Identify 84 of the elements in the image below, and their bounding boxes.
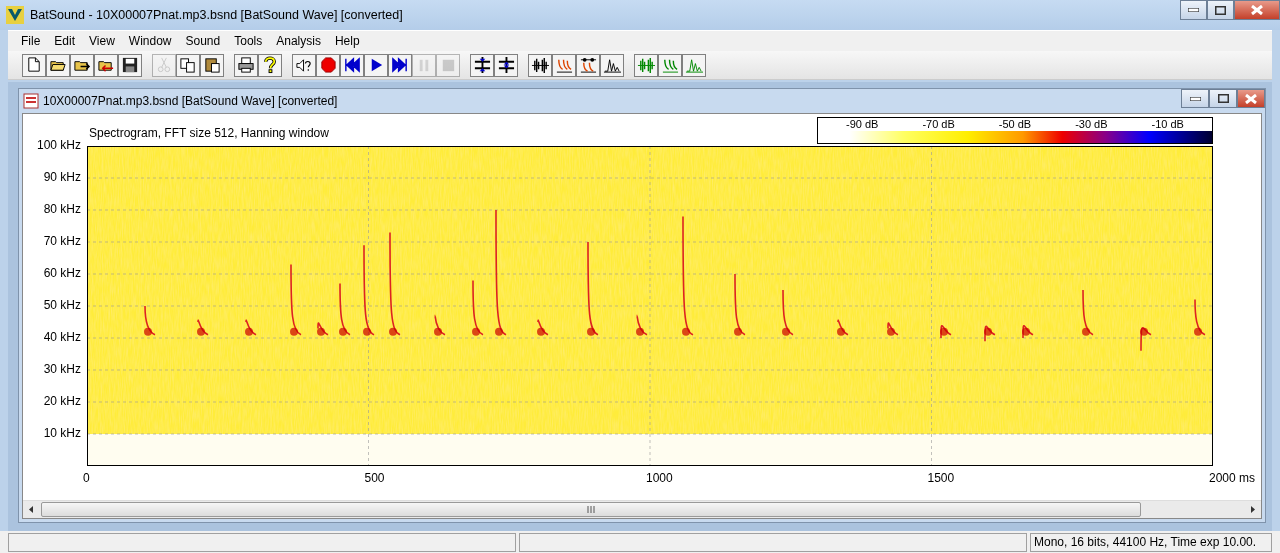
rewind-icon [343, 56, 361, 74]
toolbar-button[interactable] [292, 53, 316, 77]
y-axis-label: 30 kHz [42, 362, 81, 376]
record-icon [319, 56, 337, 74]
toolbar-button[interactable] [528, 53, 552, 77]
maximize-button[interactable] [1209, 89, 1237, 108]
horizontal-scrollbar[interactable] [23, 500, 1261, 518]
y-axis-label: 100 kHz [35, 138, 81, 152]
fast-forward-icon [391, 56, 409, 74]
toolbar-button[interactable] [340, 53, 364, 77]
waveform-icon [531, 56, 549, 74]
minimize-button[interactable] [1180, 0, 1207, 20]
toolbar-button[interactable] [364, 53, 388, 77]
y-axis-label: 10 kHz [42, 426, 81, 440]
close-button[interactable] [1234, 0, 1280, 20]
y-axis-label: 20 kHz [42, 394, 81, 408]
toolbar-button[interactable] [258, 53, 282, 77]
close-icon [1245, 93, 1257, 104]
help-icon [261, 56, 279, 74]
clipboard-icon [203, 56, 221, 74]
maximize-icon [1217, 94, 1229, 103]
toolbar-button[interactable] [494, 53, 518, 77]
minimize-icon [1188, 8, 1199, 12]
menu-item[interactable]: Analysis [269, 34, 328, 48]
menu-item[interactable]: Sound [178, 34, 228, 48]
grip-icon [587, 506, 595, 513]
toolbar-button[interactable] [22, 53, 46, 77]
x-axis-label: 1500 [927, 471, 955, 485]
toolbar-button[interactable] [388, 53, 412, 77]
scroll-left-icon[interactable] [29, 506, 33, 513]
status-text: Mono, 16 bits, 44100 Hz, Time exp 10.00. [1030, 533, 1272, 552]
scale-label: -50 dB [998, 118, 1032, 131]
close-button[interactable] [1237, 89, 1265, 108]
toolbar-button[interactable] [46, 53, 70, 77]
y-axis-label: 60 kHz [42, 266, 81, 280]
menu-item[interactable]: Edit [47, 34, 83, 48]
maximize-icon [1215, 5, 1226, 15]
maximize-button[interactable] [1207, 0, 1234, 20]
toolbar-button[interactable] [94, 53, 118, 77]
menu-item[interactable]: Window [121, 34, 179, 48]
menu-item[interactable]: File [14, 34, 48, 48]
document-icon [25, 56, 43, 74]
x-axis-label: 0 [83, 471, 90, 485]
toolbar-button[interactable] [234, 53, 258, 77]
child-window-title: 10X00007Pnat.mp3.bsnd [BatSound Wave] [converted] [43, 94, 339, 108]
document-icon [23, 93, 39, 109]
toolbar-button[interactable] [470, 53, 494, 77]
speaker-icon [295, 56, 313, 74]
scale-label: -90 dB [846, 118, 879, 131]
scale-label: -10 dB [1151, 118, 1184, 131]
scissors-icon [155, 56, 173, 74]
waveform-icon [637, 56, 655, 74]
window-title: BatSound - 10X00007Pnat.mp3.bsnd [BatSound Wave] [converted] [30, 8, 404, 22]
scale-label: -70 dB [922, 118, 955, 131]
menu-item[interactable]: Help [327, 34, 367, 48]
menu-item[interactable]: View [82, 34, 122, 48]
minimize-button[interactable] [1181, 89, 1209, 108]
toolbar-button[interactable] [576, 53, 600, 77]
slider-arrows-icon [497, 56, 515, 74]
x-axis-label: 500 [364, 471, 385, 485]
toolbar-button[interactable] [118, 53, 142, 77]
y-axis-label: 80 kHz [42, 202, 81, 216]
y-axis-label: 90 kHz [42, 170, 81, 184]
y-axis-label: 70 kHz [42, 234, 81, 248]
scroll-right-icon[interactable] [1251, 506, 1255, 513]
toolbar-button[interactable] [200, 53, 224, 77]
minimize-icon [1189, 96, 1201, 101]
plot-title: Spectrogram, FFT size 512, Hanning window [89, 126, 329, 140]
y-axis-label: 40 kHz [42, 330, 81, 344]
printer-icon [237, 56, 255, 74]
toolbar-button[interactable] [600, 53, 624, 77]
slider-arrows-icon [473, 56, 491, 74]
scrollbar-thumb[interactable] [41, 502, 1141, 517]
y-axis-label: 50 kHz [42, 298, 81, 312]
close-icon [1251, 5, 1263, 15]
spectrogram-cursor-icon [579, 56, 597, 74]
app-logo-icon [6, 6, 24, 24]
scale-label: -30 dB [1075, 118, 1108, 131]
x-axis-label: 1000 [646, 471, 673, 485]
x-axis-label: 2000 ms [1209, 471, 1256, 485]
toolbar-button[interactable] [176, 53, 200, 77]
menu-item[interactable]: Tools [227, 34, 270, 48]
copy-icon [179, 56, 197, 74]
toolbar-button[interactable] [70, 53, 94, 77]
